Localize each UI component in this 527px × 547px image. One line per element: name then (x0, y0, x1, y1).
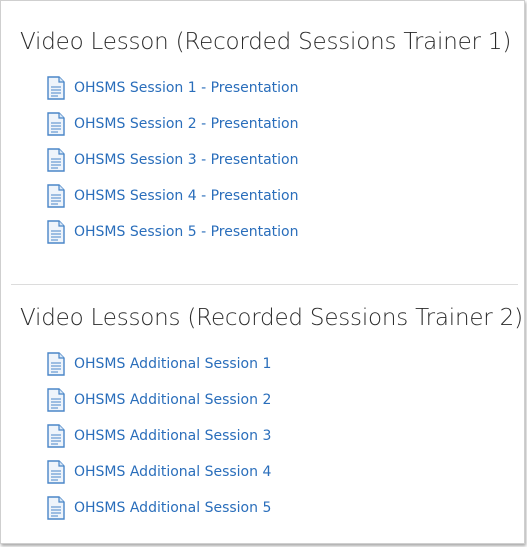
activity-item[interactable]: OHSMS Session 3 - Presentation (46, 148, 299, 184)
activity-link[interactable]: OHSMS Session 1 - Presentation (74, 76, 299, 97)
page-icon (47, 496, 65, 520)
activity-item[interactable]: OHSMS Session 2 - Presentation (46, 112, 299, 148)
activity-link[interactable]: OHSMS Session 4 - Presentation (74, 184, 299, 205)
page-icon (47, 184, 65, 208)
activity-link[interactable]: OHSMS Additional Session 5 (74, 496, 271, 517)
page-icon (47, 76, 65, 100)
page-icon (47, 220, 65, 244)
page-icon (47, 352, 65, 376)
activity-item[interactable]: OHSMS Session 4 - Presentation (46, 184, 299, 220)
page-icon (47, 424, 65, 448)
activity-item[interactable]: OHSMS Session 1 - Presentation (46, 76, 299, 112)
activity-link[interactable]: OHSMS Additional Session 1 (74, 352, 271, 373)
activity-link[interactable]: OHSMS Session 3 - Presentation (74, 148, 299, 169)
page-icon (47, 388, 65, 412)
activity-link[interactable]: OHSMS Additional Session 2 (74, 388, 271, 409)
activity-item[interactable]: OHSMS Additional Session 1 (46, 352, 271, 388)
activity-link[interactable]: OHSMS Additional Session 4 (74, 460, 271, 481)
page-icon (47, 460, 65, 484)
activity-item[interactable]: OHSMS Session 5 - Presentation (46, 220, 299, 256)
activity-item[interactable]: OHSMS Additional Session 4 (46, 460, 271, 496)
section-divider (11, 284, 518, 285)
page-icon (47, 112, 65, 136)
section-title: Video Lesson (Recorded Sessions Trainer … (20, 29, 512, 55)
section-title: Video Lessons (Recorded Sessions Trainer… (20, 305, 523, 331)
activity-list: OHSMS Additional Session 1 OHSMS Additio… (46, 352, 271, 532)
activity-item[interactable]: OHSMS Additional Session 2 (46, 388, 271, 424)
activity-link[interactable]: OHSMS Session 2 - Presentation (74, 112, 299, 133)
activity-link[interactable]: OHSMS Session 5 - Presentation (74, 220, 299, 241)
course-content-panel: Video Lesson (Recorded Sessions Trainer … (0, 0, 525, 544)
activity-item[interactable]: OHSMS Additional Session 5 (46, 496, 271, 532)
activity-link[interactable]: OHSMS Additional Session 3 (74, 424, 271, 445)
activity-list: OHSMS Session 1 - Presentation OHSMS Ses… (46, 76, 299, 256)
page-icon (47, 148, 65, 172)
activity-item[interactable]: OHSMS Additional Session 3 (46, 424, 271, 460)
